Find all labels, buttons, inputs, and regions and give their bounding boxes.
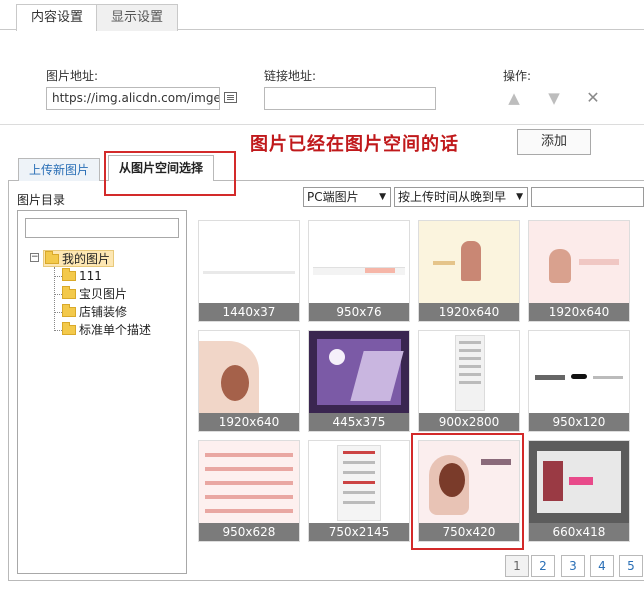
- move-up-icon[interactable]: ▲: [506, 89, 522, 107]
- thumbnail-size: 660x418: [529, 523, 629, 541]
- thumbnail-size: 1920x640: [529, 303, 629, 321]
- platform-select-value: PC端图片: [307, 190, 359, 204]
- thumbnail-image: [529, 331, 629, 413]
- image-thumbnail[interactable]: 660x418: [528, 440, 630, 542]
- delete-icon[interactable]: ✕: [585, 89, 601, 107]
- thumbnail-size: 750x2145: [309, 523, 409, 541]
- directory-search-input[interactable]: [25, 218, 179, 238]
- tree-node-label: 店铺装修: [79, 305, 128, 319]
- tree-node-label: 宝贝图片: [79, 287, 128, 301]
- sort-select[interactable]: 按上传时间从晚到早 ▼: [394, 187, 528, 207]
- dropdown-arrow-icon: ▼: [379, 192, 386, 202]
- page-button[interactable]: 4: [590, 555, 614, 577]
- link-url-label: 链接地址:: [264, 69, 317, 83]
- thumbnail-image: [309, 331, 409, 413]
- image-picker-icon[interactable]: [224, 92, 237, 103]
- tree-node-label: 111: [79, 269, 102, 283]
- thumbnail-image: [309, 221, 409, 303]
- thumbnail-size: 445x375: [309, 413, 409, 431]
- section-divider: [0, 124, 644, 125]
- sort-select-value: 按上传时间从晚到早: [398, 190, 507, 204]
- thumbnail-image: [199, 441, 299, 523]
- folder-icon: [62, 268, 76, 281]
- add-button[interactable]: 添加: [517, 129, 591, 155]
- thumbnail-size: 950x120: [529, 413, 629, 431]
- image-thumbnail[interactable]: 950x628: [198, 440, 300, 542]
- image-url-input[interactable]: https://img.alicdn.com/imgextra: [46, 87, 220, 110]
- folder-icon: [62, 286, 76, 299]
- image-thumbnail[interactable]: 900x2800: [418, 330, 520, 432]
- image-thumbnail[interactable]: 1440x37: [198, 220, 300, 322]
- thumbnail-image: [529, 221, 629, 303]
- thumbnail-image: [529, 441, 629, 523]
- thumbnail-size: 900x2800: [419, 413, 519, 431]
- tree-node-folder[interactable]: 标准单个描述: [62, 322, 151, 338]
- page-button-current[interactable]: 1: [505, 555, 529, 577]
- tree-connector: [54, 294, 62, 295]
- image-thumbnail[interactable]: 1920x640: [528, 220, 630, 322]
- image-thumbnail[interactable]: 950x120: [528, 330, 630, 432]
- thumbnail-image: [419, 221, 519, 303]
- image-thumbnail[interactable]: 1920x640: [198, 330, 300, 432]
- operations-label: 操作:: [503, 69, 532, 83]
- page-button[interactable]: 5: [619, 555, 643, 577]
- tree-connector: [54, 330, 62, 331]
- image-thumbnail[interactable]: 950x76: [308, 220, 410, 322]
- tree-node-label: 标准单个描述: [79, 323, 152, 337]
- tree-connector: [54, 276, 62, 277]
- link-url-input[interactable]: [264, 87, 436, 110]
- thumbnail-size: 950x76: [309, 303, 409, 321]
- tree-node-folder[interactable]: 店铺装修: [62, 304, 127, 320]
- thumbnail-image: [199, 221, 299, 303]
- tab-upload-new-image[interactable]: 上传新图片: [18, 158, 101, 181]
- folder-icon: [62, 322, 76, 335]
- move-down-icon[interactable]: ▼: [546, 89, 562, 107]
- tab-content-settings[interactable]: 内容设置: [16, 4, 99, 31]
- tree-node-root[interactable]: 我的图片: [43, 250, 115, 267]
- thumbnail-size: 950x628: [199, 523, 299, 541]
- tree-node-label: 我的图片: [62, 252, 111, 266]
- thumbnail-size: 1920x640: [419, 303, 519, 321]
- page-button[interactable]: 2: [531, 555, 555, 577]
- page-button[interactable]: 3: [561, 555, 585, 577]
- settings-tabs: 内容设置 显示设置: [0, 0, 644, 31]
- tab-display-settings[interactable]: 显示设置: [96, 4, 179, 31]
- annotation-text: 图片已经在图片空间的话: [250, 134, 459, 155]
- thumbnail-image: [199, 331, 299, 413]
- folder-icon: [45, 251, 59, 264]
- image-thumbnail[interactable]: 750x2145: [308, 440, 410, 542]
- folder-icon: [62, 304, 76, 317]
- image-thumbnail[interactable]: 445x375: [308, 330, 410, 432]
- tree-collapse-icon[interactable]: −: [30, 253, 39, 262]
- tree-connector: [54, 312, 62, 313]
- highlight-box-thumbnail: [411, 433, 524, 550]
- tree-node-folder[interactable]: 宝贝图片: [62, 286, 127, 302]
- thumbnail-size: 1920x640: [199, 413, 299, 431]
- dropdown-arrow-icon: ▼: [516, 192, 523, 202]
- directory-title: 图片目录: [17, 193, 66, 207]
- tree-node-folder[interactable]: 111: [62, 268, 102, 284]
- image-thumbnail[interactable]: 1920x640: [418, 220, 520, 322]
- thumbnail-image: [419, 331, 519, 413]
- image-url-label: 图片地址:: [46, 69, 99, 83]
- thumbnail-size: 1440x37: [199, 303, 299, 321]
- thumbnail-image: [309, 441, 409, 523]
- image-search-input[interactable]: [531, 187, 644, 207]
- platform-select[interactable]: PC端图片 ▼: [303, 187, 391, 207]
